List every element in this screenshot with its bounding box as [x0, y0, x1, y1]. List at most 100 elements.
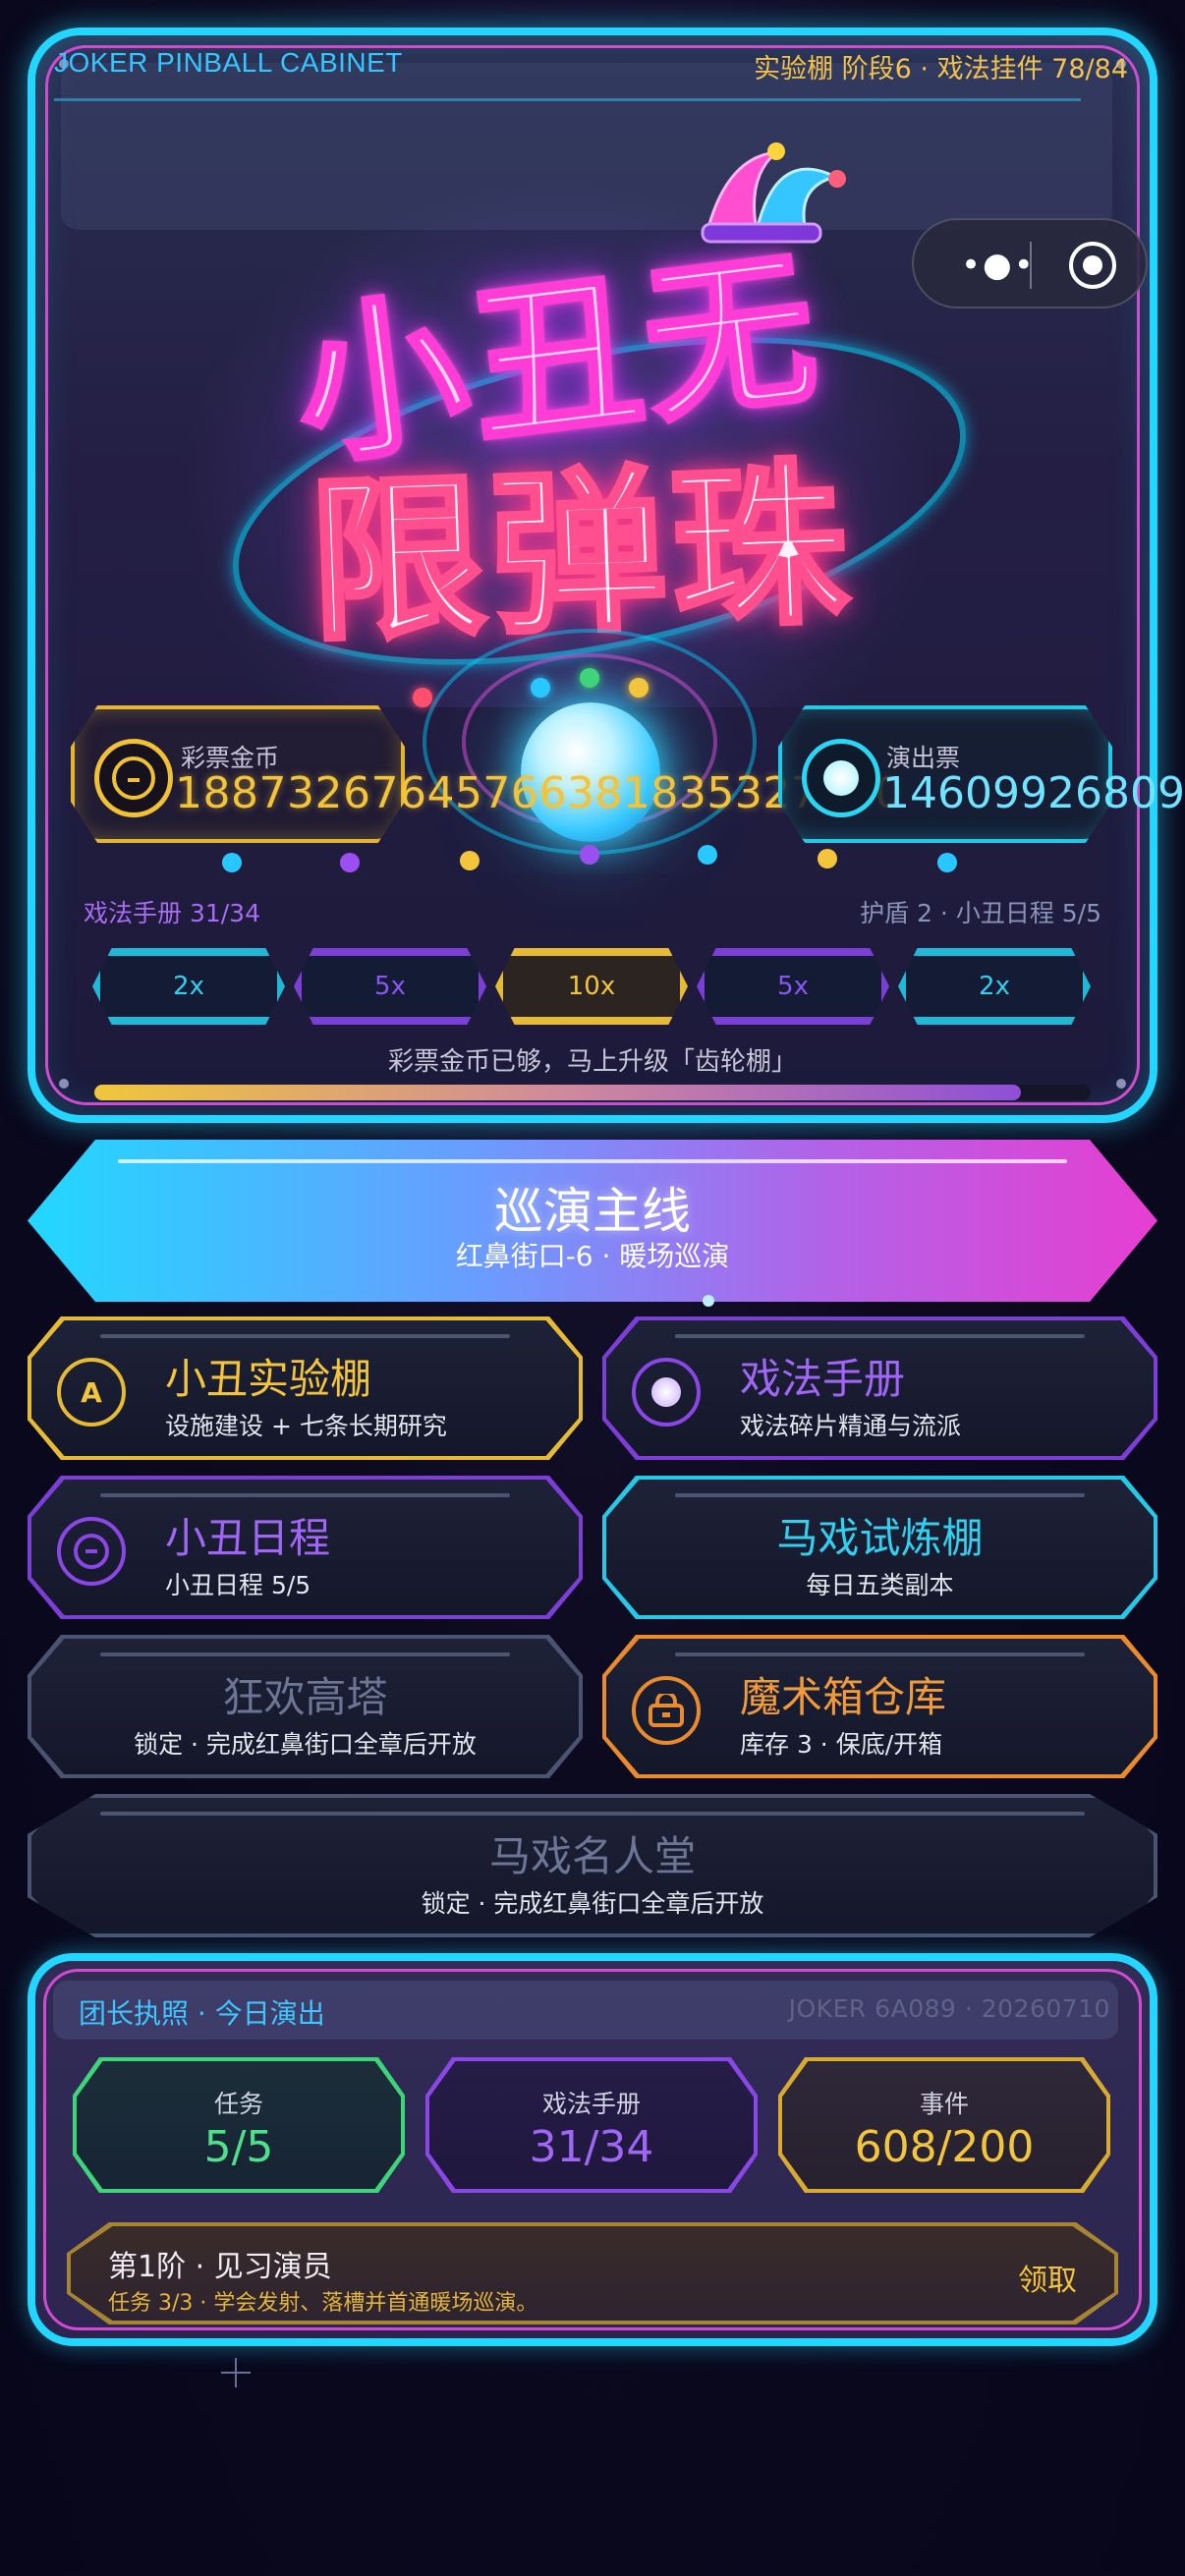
cabinet-title: JOKER PINBALL CABINET: [54, 47, 403, 78]
stat-value: 31/34: [529, 2122, 654, 2172]
stat-tasks[interactable]: 任务 5/5: [73, 2057, 405, 2193]
lane-bead: [222, 853, 242, 872]
handbook-subtitle: 戏法碎片精通与流派: [740, 1412, 962, 1440]
rank-description: 任务 3/3 · 学会发射、落槽并首通暖场巡演。: [108, 2291, 538, 2316]
capsule-divider: [1030, 242, 1032, 289]
trial-title: 马戏试炼棚: [776, 1514, 984, 1562]
corner-rivet: [59, 1079, 69, 1089]
lane-bead: [818, 849, 837, 868]
stat-value: 608/200: [854, 2122, 1035, 2172]
rank-reward-row: 第1阶 · 见习演员 任务 3/3 · 学会发射、落槽并首通暖场巡演。 领取: [67, 2222, 1118, 2324]
upgrade-progress-fill: [94, 1085, 1021, 1100]
stat-body: 戏法手册 31/34: [429, 2061, 754, 2189]
card-highlight: [675, 1334, 1085, 1338]
tower-subtitle: 锁定 · 完成红鼻街口全章后开放: [134, 1730, 477, 1759]
corner-rivet: [1116, 1079, 1126, 1089]
upgrade-hint: 彩票金币已够，马上升级「齿轮棚」: [387, 1047, 797, 1077]
multiplier-slot[interactable]: 2x: [92, 948, 285, 1025]
warehouse-title: 魔术箱仓库: [740, 1673, 947, 1721]
cabinet-stage-info: 实验棚 阶段6 · 戏法挂件 78/84: [754, 54, 1128, 84]
lab-title: 小丑实验棚: [165, 1355, 372, 1403]
rank-body: 第1阶 · 见习演员 任务 3/3 · 学会发射、落槽并首通暖场巡演。 领取: [71, 2226, 1114, 2321]
button-highlight: [118, 1159, 1067, 1163]
lab-icon: A: [57, 1358, 126, 1427]
tower-title: 狂欢高塔: [222, 1673, 388, 1721]
trial-subtitle: 每日五类副本: [806, 1571, 954, 1599]
stat-label: 任务: [213, 2090, 263, 2118]
stat-handbook[interactable]: 戏法手册 31/34: [425, 2057, 758, 2193]
claim-button[interactable]: 领取: [1018, 2256, 1077, 2299]
lane-bead: [698, 845, 717, 865]
lab-card[interactable]: A 小丑实验棚 设施建设 + 七条长期研究: [28, 1316, 583, 1460]
card-body: 戏法手册 戏法碎片精通与流派: [606, 1320, 1154, 1456]
multiplier-slot[interactable]: 2x: [898, 948, 1091, 1025]
card-body: A 小丑实验棚 设施建设 + 七条长期研究: [31, 1320, 579, 1456]
warehouse-subtitle: 库存 3 · 保底/开箱: [740, 1730, 943, 1759]
sparkle-icon: [221, 2358, 251, 2387]
bumper-bead: [629, 678, 649, 698]
multiplier-slot[interactable]: 5x: [697, 948, 889, 1025]
hall-title: 马戏名人堂: [488, 1832, 696, 1880]
minus-circle-icon: [57, 1517, 126, 1586]
handbook-card[interactable]: 戏法手册 戏法碎片精通与流派: [602, 1316, 1157, 1460]
ticket-icon: [802, 739, 880, 817]
license-id: JOKER 6A089 · 20260710: [788, 1994, 1110, 2023]
schedule-title: 小丑日程: [165, 1514, 331, 1562]
card-highlight: [100, 1812, 1085, 1816]
lane-bead: [340, 853, 360, 872]
more-dots-icon[interactable]: •●•: [961, 246, 1036, 285]
lane-bead: [460, 851, 480, 870]
header-divider: [54, 98, 1081, 101]
card-highlight: [100, 1334, 510, 1338]
orb-icon-core: [651, 1377, 681, 1407]
trial-card[interactable]: 马戏试炼棚 每日五类副本: [602, 1476, 1157, 1619]
multiplier-slot[interactable]: 5x: [294, 948, 486, 1025]
coin-icon-ring: [112, 756, 155, 800]
card-highlight: [100, 1493, 510, 1497]
lock-box-glyph: [649, 1694, 684, 1727]
indicator-dot: [703, 1295, 714, 1307]
stat-events[interactable]: 事件 608/200: [778, 2057, 1110, 2193]
mini-program-capsule: •●•: [912, 218, 1148, 308]
handbook-progress: 戏法手册 31/34: [84, 899, 260, 927]
target-icon[interactable]: [1069, 242, 1116, 289]
license-title: 团长执照 · 今日演出: [79, 1997, 325, 2030]
tour-main-subtitle: 红鼻街口-6 · 暖场巡演: [455, 1240, 730, 1272]
card-highlight: [675, 1652, 1085, 1656]
card-body: 狂欢高塔 锁定 · 完成红鼻街口全章后开放: [31, 1639, 579, 1774]
multiplier-slot[interactable]: 10x: [495, 948, 688, 1025]
card-highlight: [675, 1493, 1085, 1497]
hall-of-fame-card[interactable]: 马戏名人堂 锁定 · 完成红鼻街口全章后开放: [28, 1794, 1157, 1937]
stat-value: 5/5: [203, 2122, 274, 2172]
stat-label: 戏法手册: [541, 2090, 641, 2118]
orb-icon: [632, 1358, 701, 1427]
tower-card[interactable]: 狂欢高塔 锁定 · 完成红鼻街口全章后开放: [28, 1635, 583, 1778]
card-body: 马戏名人堂 锁定 · 完成红鼻街口全章后开放: [31, 1798, 1154, 1933]
lock-box-icon: [632, 1676, 701, 1745]
schedule-subtitle: 小丑日程 5/5: [165, 1571, 311, 1599]
card-highlight: [100, 1652, 510, 1656]
hall-subtitle: 锁定 · 完成红鼻街口全章后开放: [421, 1889, 764, 1918]
rank-title: 第1阶 · 见习演员: [108, 2250, 332, 2284]
stat-label: 事件: [919, 2090, 969, 2118]
warehouse-card[interactable]: 魔术箱仓库 库存 3 · 保底/开箱: [602, 1635, 1157, 1778]
bumper-bead: [531, 678, 550, 698]
lab-subtitle: 设施建设 + 七条长期研究: [165, 1412, 447, 1440]
bumper-bead: [413, 688, 432, 707]
coin-icon: [94, 739, 173, 817]
tour-main-title: 巡演主线: [494, 1183, 691, 1240]
card-body: 魔术箱仓库 库存 3 · 保底/开箱: [606, 1639, 1154, 1774]
ticket-icon-core: [823, 760, 859, 796]
ticket-value: 146099268090: [882, 768, 1185, 818]
card-body: 小丑日程 小丑日程 5/5: [31, 1480, 579, 1615]
coin-icon-dash: [128, 778, 140, 782]
handbook-title: 戏法手册: [740, 1355, 906, 1403]
schedule-card[interactable]: 小丑日程 小丑日程 5/5: [28, 1476, 583, 1619]
lane-bead: [937, 853, 957, 872]
shield-schedule-info: 护盾 2 · 小丑日程 5/5: [860, 899, 1101, 927]
card-body: 马戏试炼棚 每日五类副本: [606, 1480, 1154, 1615]
minus-bar: [85, 1549, 97, 1553]
stat-body: 任务 5/5: [77, 2061, 401, 2189]
stat-body: 事件 608/200: [782, 2061, 1106, 2189]
lane-bead: [580, 845, 599, 865]
